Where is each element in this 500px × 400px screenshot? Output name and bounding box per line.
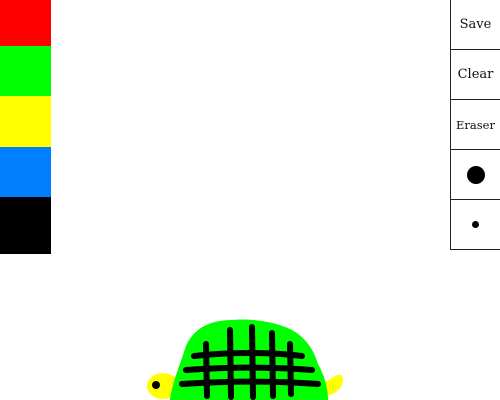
color-swatch-red[interactable] [0,0,51,46]
clear-button[interactable]: Clear [451,49,500,99]
save-button[interactable]: Save [451,0,500,49]
small-dot-icon [472,221,479,228]
eraser-button[interactable]: Eraser [451,99,500,149]
color-swatch-green[interactable] [0,46,51,96]
small-brush-button[interactable] [451,199,500,249]
color-palette [0,0,51,254]
color-swatch-black[interactable] [0,197,51,254]
large-brush-button[interactable] [451,149,500,199]
color-swatch-blue[interactable] [0,147,51,197]
drawing-canvas[interactable] [51,0,450,400]
large-dot-icon [466,165,485,184]
color-swatch-yellow[interactable] [0,96,51,147]
toolbar: Save Clear Eraser [450,0,500,250]
